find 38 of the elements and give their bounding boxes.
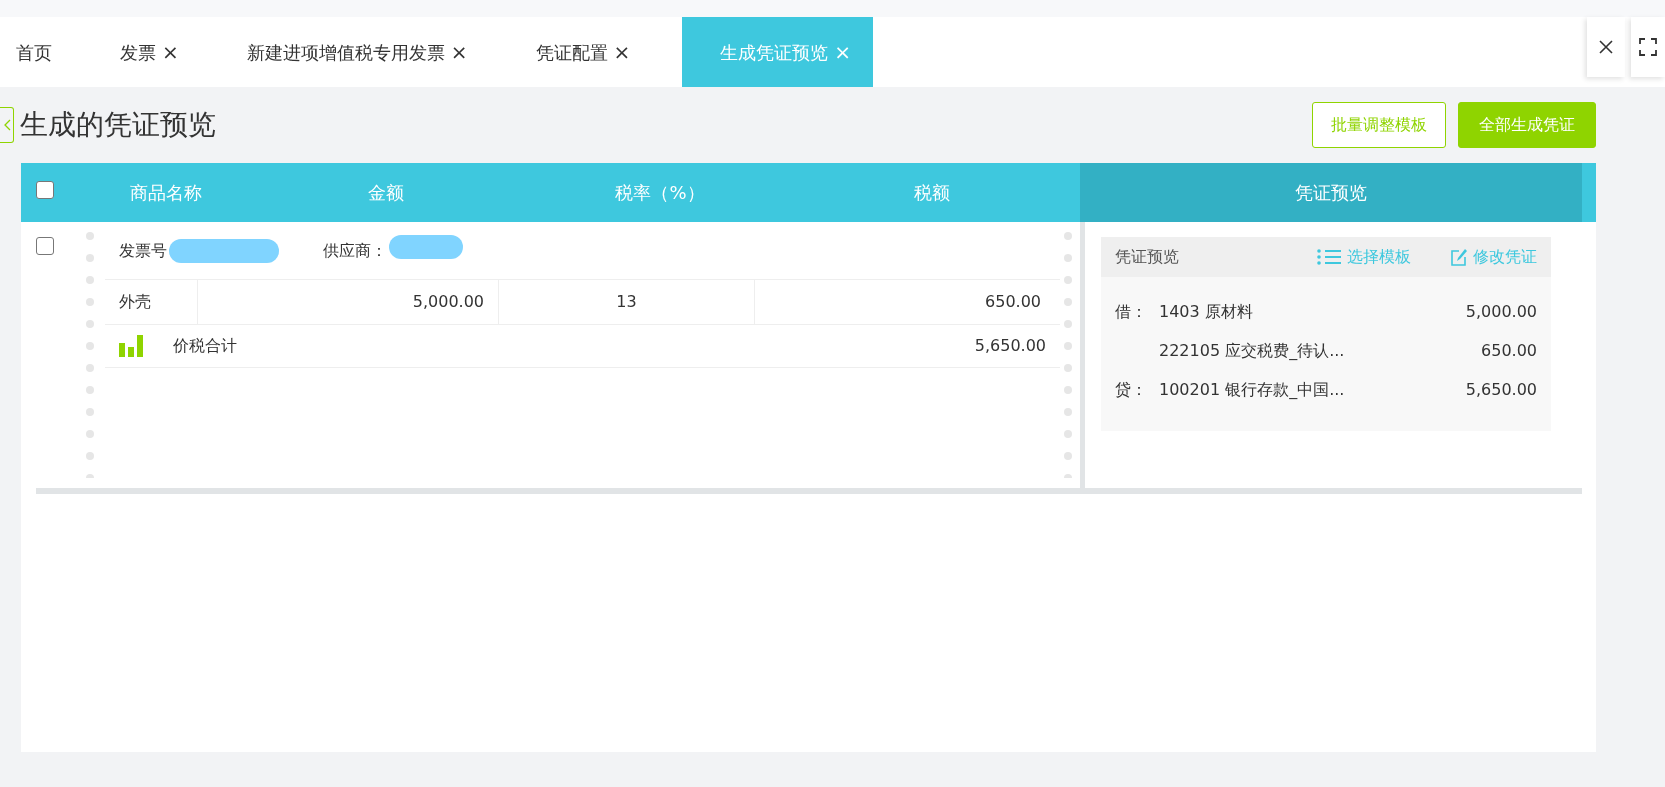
- column-header: 税额: [914, 182, 950, 203]
- page-title: 生成的凭证预览: [20, 108, 216, 142]
- entry-amount: 5,650.00: [1465, 378, 1537, 401]
- table-cell-text: 5,000.00: [412, 291, 484, 313]
- tab[interactable]: 发票 ×: [104, 17, 195, 87]
- header-strip: [1582, 163, 1596, 222]
- list-icon: [1317, 249, 1341, 265]
- row-checkbox[interactable]: [36, 237, 54, 255]
- column-header: 金额: [368, 182, 404, 203]
- account-name: 222105 应交税费_待认...: [1159, 339, 1345, 362]
- close-icon[interactable]: ×: [613, 37, 631, 67]
- close-icon[interactable]: [1587, 17, 1625, 77]
- entry-amount: 650.00: [1481, 339, 1537, 362]
- entry-amount: 5,000.00: [1465, 300, 1537, 323]
- column-header: 商品名称: [130, 182, 202, 203]
- column-header: 凭证预览: [1080, 163, 1582, 222]
- column-header: 税率（%）: [615, 182, 705, 203]
- account-name: 1403 原材料: [1159, 300, 1253, 323]
- account-name: 100201 银行存款_中国...: [1159, 378, 1345, 401]
- fullscreen-icon[interactable]: [1631, 17, 1665, 77]
- total-amount: 5,650.00: [974, 335, 1046, 357]
- select-all-checkbox[interactable]: [36, 181, 54, 199]
- tab[interactable]: 首页: [0, 17, 68, 87]
- close-icon[interactable]: ×: [162, 37, 179, 67]
- close-icon[interactable]: ×: [450, 37, 468, 67]
- tab[interactable]: 凭证配置 ×: [519, 17, 647, 87]
- entry-side-label: 贷：: [1115, 379, 1147, 399]
- table-cell-text: 外壳: [119, 291, 151, 313]
- table-cell-text: 13: [616, 291, 637, 313]
- table-cell-text: 650.00: [985, 291, 1041, 313]
- panel-title: 凭证预览: [1115, 246, 1179, 268]
- tab[interactable]: 新建进项增值税专用发票 ×: [230, 17, 484, 87]
- edit-icon: [1451, 248, 1467, 266]
- total-label: 价税合计: [173, 335, 237, 357]
- bar-chart-icon: [119, 335, 143, 357]
- invoice-number-label: 发票号: [119, 239, 167, 262]
- supplier-label: 供应商：: [323, 239, 387, 262]
- entry-side-label: 借：: [1115, 301, 1147, 321]
